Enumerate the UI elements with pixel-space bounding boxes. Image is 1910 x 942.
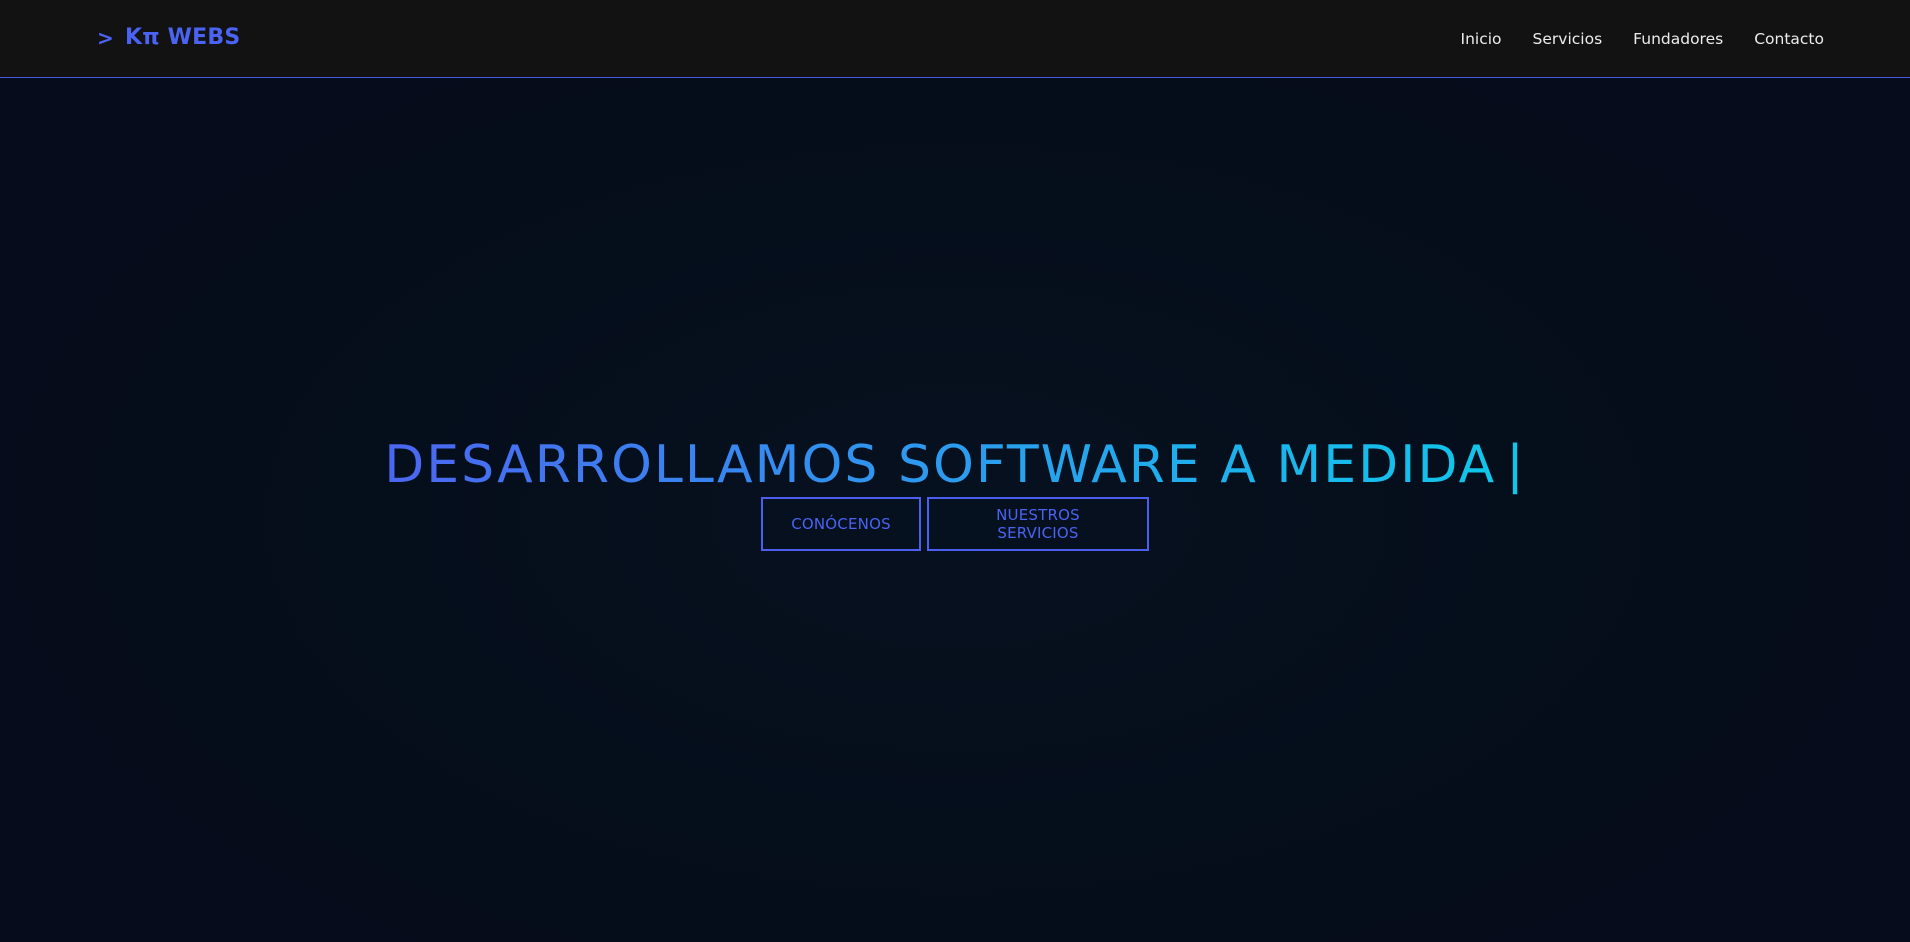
top-navbar: > Kπ WEBS Inicio Servicios Fundadores Co… <box>0 0 1910 78</box>
hero-title-text: DESARROLLAMOS SOFTWARE A MEDIDA <box>384 434 1497 495</box>
page: > Kπ WEBS Inicio Servicios Fundadores Co… <box>0 0 1910 942</box>
chevron-right-icon: > <box>97 25 114 50</box>
hero-buttons: CONÓCENOS NUESTROS SERVICIOS <box>0 497 1910 551</box>
our-services-button[interactable]: NUESTROS SERVICIOS <box>927 497 1149 551</box>
brand-name: Kπ WEBS <box>124 25 241 50</box>
hero-section: DESARROLLAMOS SOFTWARE A MEDIDA | CONÓCEN… <box>0 79 1910 942</box>
nav-link-servicios[interactable]: Servicios <box>1533 30 1603 48</box>
nav-link-fundadores[interactable]: Fundadores <box>1633 30 1723 48</box>
about-us-button[interactable]: CONÓCENOS <box>761 497 921 551</box>
typing-cursor: | <box>1506 434 1526 495</box>
main-nav: Inicio Servicios Fundadores Contacto <box>1461 30 1824 48</box>
brand-logo[interactable]: > Kπ WEBS <box>97 25 240 50</box>
nav-link-contacto[interactable]: Contacto <box>1754 30 1824 48</box>
hero-title: DESARROLLAMOS SOFTWARE A MEDIDA | <box>0 434 1910 496</box>
nav-link-inicio[interactable]: Inicio <box>1461 30 1502 48</box>
